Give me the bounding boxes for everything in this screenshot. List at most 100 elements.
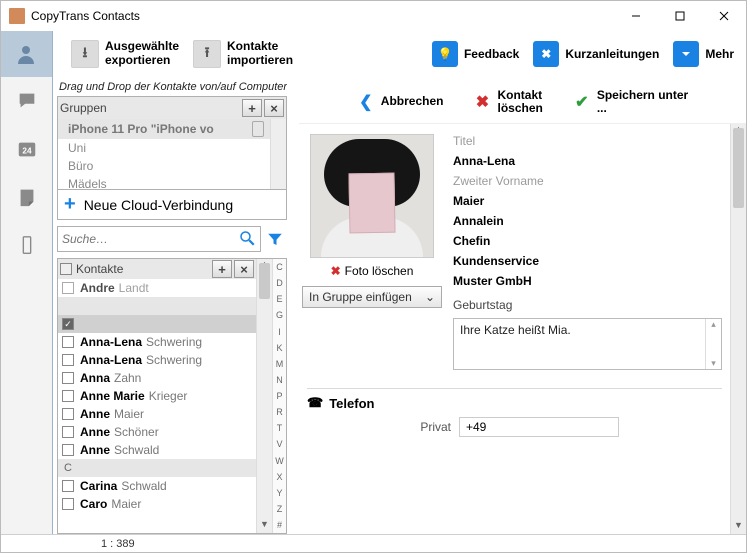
search-input[interactable] <box>62 232 238 246</box>
field-value[interactable]: Muster GmbH <box>453 274 722 288</box>
groups-scrollbar[interactable] <box>270 119 286 189</box>
rail-calendar[interactable]: 24 <box>1 125 53 173</box>
feedback-button[interactable]: 💡 Feedback <box>428 39 523 69</box>
field-placeholder[interactable]: Titel <box>453 134 722 148</box>
alpha-index-letter[interactable]: X <box>273 469 286 485</box>
phone-icon: ☎ <box>307 395 323 411</box>
device-row[interactable]: iPhone 11 Pro "iPhone vo <box>58 119 286 139</box>
notes-textarea[interactable]: Ihre Katze heißt Mia.▴▾ <box>453 318 722 370</box>
contact-checkbox[interactable] <box>62 444 74 456</box>
scroll-thumb[interactable] <box>733 128 744 208</box>
notes-scrollbar[interactable]: ▴▾ <box>705 319 721 369</box>
contacts-list[interactable]: Kontakte + × AndreLandt ✓Anna-LenaSchwer… <box>58 259 256 533</box>
contact-row[interactable]: AnnaZahn <box>58 369 256 387</box>
scroll-down[interactable]: ▼ <box>731 520 746 534</box>
phone-type-label[interactable]: Privat <box>407 420 451 434</box>
contact-checkbox[interactable] <box>62 282 74 294</box>
alpha-index[interactable]: CDEGIKMNPRTVWXYZ# <box>272 259 286 533</box>
search-icon[interactable] <box>238 229 256 250</box>
alpha-index-letter[interactable]: M <box>273 356 286 372</box>
rail-device[interactable] <box>1 221 53 269</box>
group-item[interactable]: Mädels <box>58 175 286 189</box>
remove-contact-button[interactable]: × <box>234 260 254 278</box>
save-button[interactable]: ✔ Speichern unter ... <box>573 89 688 115</box>
contact-row[interactable]: Anne MarieKrieger <box>58 387 256 405</box>
alpha-index-letter[interactable]: V <box>273 436 286 452</box>
group-item[interactable]: Uni <box>58 139 286 157</box>
contact-checkbox[interactable] <box>62 390 74 402</box>
contact-checkbox[interactable] <box>62 354 74 366</box>
field-value[interactable]: Annalein <box>453 214 722 228</box>
chevron-down-icon <box>673 41 699 67</box>
close-button[interactable] <box>702 1 746 31</box>
add-group-button[interactable]: + <box>242 99 262 117</box>
contact-row[interactable]: Anna-LenaSchwering <box>58 351 256 369</box>
minimize-button[interactable] <box>614 1 658 31</box>
alpha-index-letter[interactable]: D <box>273 275 286 291</box>
remove-group-button[interactable]: × <box>264 99 284 117</box>
guides-button[interactable]: ✖ Kurzanleitungen <box>529 39 663 69</box>
contact-checkbox[interactable] <box>62 480 74 492</box>
groups-list[interactable]: iPhone 11 Pro "iPhone vo Uni Büro Mädels <box>58 119 286 189</box>
alpha-index-letter[interactable]: Z <box>273 501 286 517</box>
contact-row[interactable]: Anna-LenaSchwering <box>58 333 256 351</box>
phone-number-field[interactable]: +49 <box>459 417 619 437</box>
scroll-thumb[interactable] <box>259 263 270 299</box>
contact-row[interactable]: CarinaSchwald <box>58 477 256 495</box>
field-value[interactable]: Kundenservice <box>453 254 722 268</box>
add-contact-button[interactable]: + <box>212 260 232 278</box>
field-value[interactable]: Maier <box>453 194 722 208</box>
field-placeholder[interactable]: Zweiter Vorname <box>453 174 722 188</box>
contact-checkbox[interactable] <box>62 372 74 384</box>
alpha-index-letter[interactable]: P <box>273 388 286 404</box>
contact-row[interactable]: AnneMaier <box>58 405 256 423</box>
alpha-index-letter[interactable]: G <box>273 307 286 323</box>
status-counter: 1 : 389 <box>101 538 135 550</box>
alpha-index-letter[interactable]: K <box>273 340 286 356</box>
cancel-button[interactable]: ❮ Abbrechen <box>357 93 444 111</box>
contact-row[interactable]: AndreLandt <box>58 279 256 297</box>
import-contacts-button[interactable]: ⭱ Kontakte importieren <box>189 38 297 70</box>
alpha-index-letter[interactable]: C <box>273 259 286 275</box>
alpha-index-letter[interactable]: I <box>273 324 286 340</box>
search-box[interactable] <box>57 226 261 252</box>
add-to-group-select[interactable]: In Gruppe einfügen ⌄ <box>302 286 442 308</box>
contact-row[interactable]: AnneSchwald <box>58 441 256 459</box>
select-all-checkbox[interactable] <box>60 263 72 275</box>
detail-scrollbar[interactable]: ▲ ▼ <box>730 124 746 534</box>
alpha-index-letter[interactable]: T <box>273 420 286 436</box>
x-icon: ✖ <box>473 93 491 111</box>
contact-checkbox[interactable] <box>62 408 74 420</box>
delete-photo-button[interactable]: ✖ Foto löschen <box>331 264 414 278</box>
field-value[interactable]: Chefin <box>453 234 722 248</box>
alpha-index-letter[interactable]: E <box>273 291 286 307</box>
contact-row[interactable]: ✓ <box>58 315 256 333</box>
contacts-scrollbar[interactable]: ▲ ▼ <box>256 259 272 533</box>
chat-icon <box>16 90 38 112</box>
contact-photo[interactable] <box>310 134 434 258</box>
rail-contacts[interactable] <box>1 31 53 77</box>
alpha-index-letter[interactable]: W <box>273 453 286 469</box>
delete-contact-button[interactable]: ✖ Kontakt löschen <box>473 89 542 115</box>
contact-row[interactable]: AnneSchöner <box>58 423 256 441</box>
alpha-index-letter[interactable]: N <box>273 372 286 388</box>
contact-checkbox[interactable]: ✓ <box>62 318 74 330</box>
contacts-column: Drag und Drop der Kontakte von/auf Compu… <box>53 77 291 534</box>
rail-messages[interactable] <box>1 77 53 125</box>
contact-checkbox[interactable] <box>62 336 74 348</box>
maximize-button[interactable] <box>658 1 702 31</box>
contact-checkbox[interactable] <box>62 498 74 510</box>
field-value[interactable]: Anna-Lena <box>453 154 722 168</box>
new-cloud-connection-button[interactable]: + Neue Cloud-Verbindung <box>57 190 287 220</box>
export-selected-button[interactable]: ⭳ Ausgewählte exportieren <box>67 38 183 70</box>
group-item[interactable]: Büro <box>58 157 286 175</box>
contact-checkbox[interactable] <box>62 426 74 438</box>
alpha-index-letter[interactable]: R <box>273 404 286 420</box>
scroll-down[interactable]: ▼ <box>257 519 272 533</box>
alpha-index-letter[interactable]: # <box>273 517 286 533</box>
contact-row[interactable]: CaroMaier <box>58 495 256 513</box>
alpha-index-letter[interactable]: Y <box>273 485 286 501</box>
rail-notes[interactable] <box>1 173 53 221</box>
filter-button[interactable] <box>263 226 287 252</box>
more-button[interactable]: Mehr <box>669 39 738 69</box>
